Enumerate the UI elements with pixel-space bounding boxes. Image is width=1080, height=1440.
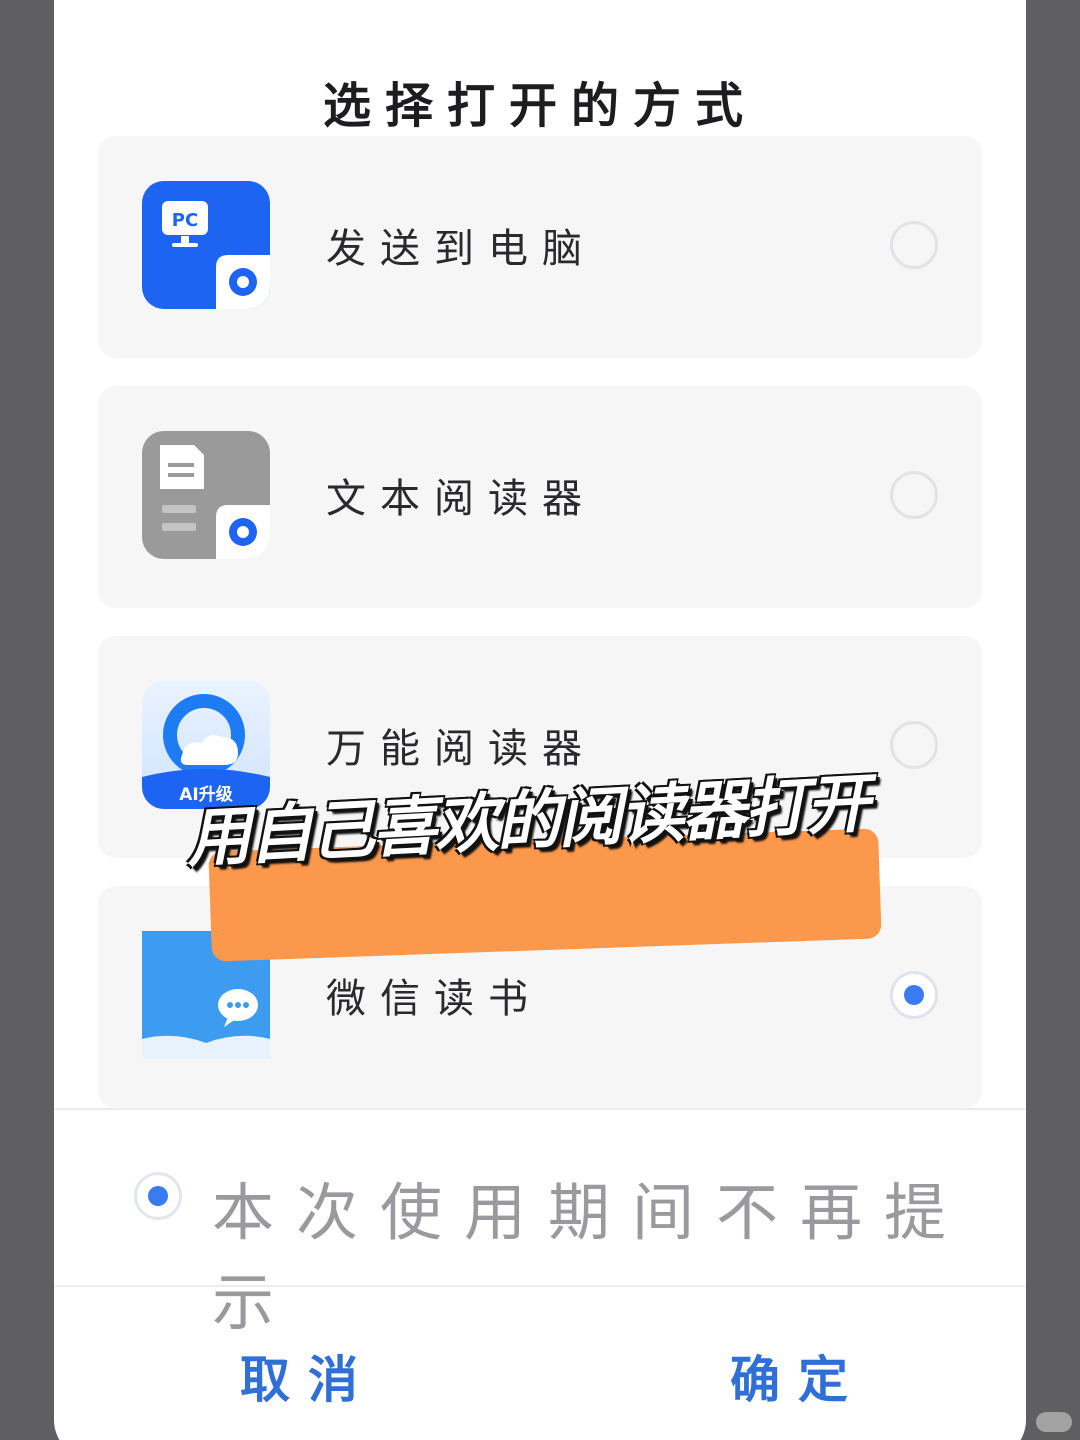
radio-send-to-pc[interactable] (890, 221, 938, 269)
remember-radio[interactable] (134, 1172, 182, 1220)
confirm-button[interactable]: 确定 (730, 1340, 866, 1412)
remember-choice[interactable]: 本次使用期间不再提示 (54, 1112, 1026, 1339)
pc-label: PC (172, 210, 198, 231)
watermark-logo (1036, 1412, 1072, 1432)
option-label: 文本阅读器 (326, 476, 596, 522)
dialog-title: 选择打开的方式 (322, 78, 757, 134)
pc-transfer-icon: PC (142, 181, 270, 309)
option-send-to-pc[interactable]: PC 发送到电脑 (98, 136, 982, 358)
radio-universal-reader[interactable] (890, 721, 938, 769)
option-text-reader[interactable]: 文本阅读器 (98, 386, 982, 608)
text-reader-icon (142, 431, 270, 559)
option-label: 微信读书 (326, 976, 542, 1022)
option-label: 发送到电脑 (326, 226, 596, 272)
radio-wechat-read[interactable] (890, 971, 938, 1019)
radio-text-reader[interactable] (890, 471, 938, 519)
cancel-button[interactable]: 取消 (240, 1340, 376, 1412)
option-label: 万能阅读器 (326, 726, 596, 772)
divider (54, 1285, 1026, 1287)
divider (54, 1108, 1026, 1110)
remember-label: 本次使用期间不再提示 (212, 1176, 969, 1339)
